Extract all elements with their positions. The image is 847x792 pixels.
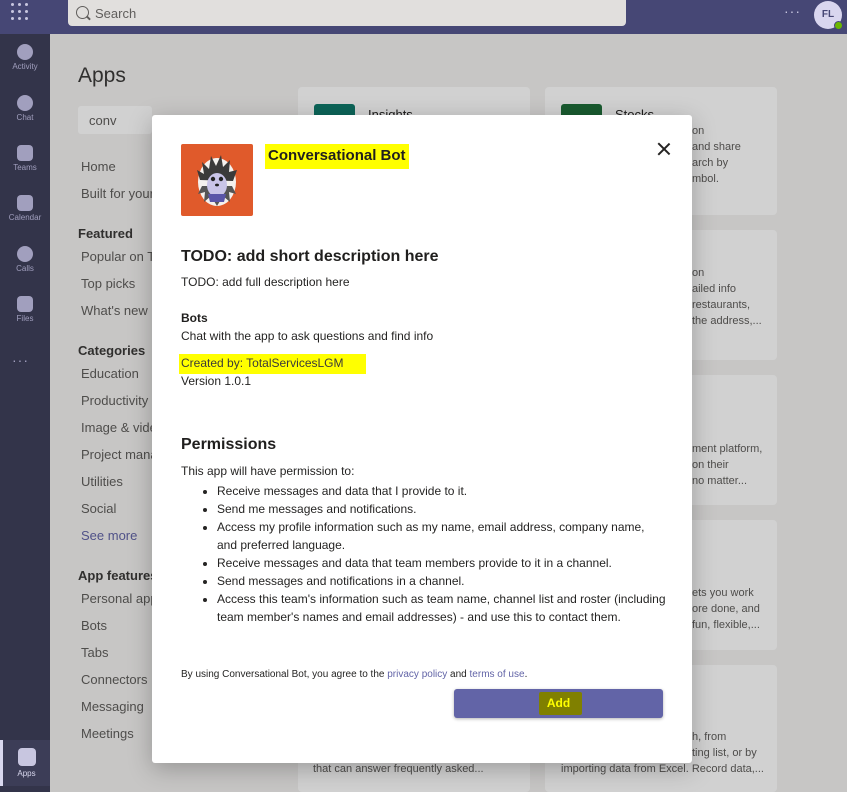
rail-label: Chat xyxy=(16,113,34,122)
app-version: Version 1.0.1 xyxy=(181,374,252,388)
rail-files[interactable]: Files xyxy=(0,296,50,323)
permissions-heading: Permissions xyxy=(181,436,277,453)
search-icon xyxy=(76,6,89,19)
app-details-dialog: Conversational Bot TODO: add short descr… xyxy=(152,115,692,763)
rail-apps[interactable]: Apps xyxy=(0,740,50,786)
short-description: TODO: add short description here xyxy=(181,248,439,265)
calendar-icon xyxy=(17,195,33,211)
permission-item: Receive messages and data that team memb… xyxy=(217,554,667,572)
hedgehog-bot-icon xyxy=(197,155,237,206)
rail-label: Files xyxy=(16,314,34,323)
permission-item: Send messages and notifications in a cha… xyxy=(217,572,667,590)
agreement-text: and xyxy=(447,669,470,680)
add-button[interactable]: Add xyxy=(454,689,663,718)
rail-label: Apps xyxy=(17,769,36,778)
created-by: Created by: TotalServicesLGM xyxy=(179,354,366,374)
apps-icon xyxy=(17,748,36,766)
permission-item: Access this team's information such as t… xyxy=(217,590,667,626)
rail-label: Activity xyxy=(12,62,38,71)
top-bar: Search ··· FL xyxy=(0,0,847,34)
terms-agreement: By using Conversational Bot, you agree t… xyxy=(181,669,527,680)
search-input[interactable]: Search xyxy=(95,6,136,21)
add-button-label: Add xyxy=(546,696,571,710)
permissions-intro: This app will have permission to: xyxy=(181,464,355,478)
more-apps-icon[interactable]: ··· xyxy=(12,352,29,368)
permissions-list: Receive messages and data that I provide… xyxy=(217,482,667,626)
permission-item: Send me messages and notifications. xyxy=(217,500,667,518)
teams-icon xyxy=(17,145,33,161)
presence-available-icon xyxy=(834,21,843,30)
bell-icon xyxy=(17,44,33,60)
privacy-policy-link[interactable]: privacy policy xyxy=(387,669,447,680)
app-rail: Activity Chat Teams Calendar Calls Files… xyxy=(0,34,50,792)
phone-icon xyxy=(17,246,33,262)
app-logo xyxy=(181,144,253,216)
agreement-text: . xyxy=(524,669,528,680)
rail-label: Calendar xyxy=(8,213,42,222)
app-launcher-icon[interactable] xyxy=(11,3,29,21)
rail-label: Calls xyxy=(16,264,34,273)
permission-item: Receive messages and data that I provide… xyxy=(217,482,667,500)
rail-activity[interactable]: Activity xyxy=(0,44,50,71)
app-title: Conversational Bot xyxy=(265,144,409,169)
rail-teams[interactable]: Teams xyxy=(0,145,50,172)
more-options-icon[interactable]: ··· xyxy=(784,3,801,19)
rail-chat[interactable]: Chat xyxy=(0,95,50,122)
rail-label: Teams xyxy=(13,163,37,172)
chat-icon xyxy=(17,95,33,111)
search-box[interactable]: Search xyxy=(68,0,626,26)
full-description: TODO: add full description here xyxy=(181,275,350,289)
bots-description: Chat with the app to ask questions and f… xyxy=(181,329,434,343)
avatar[interactable]: FL xyxy=(814,1,843,30)
file-icon xyxy=(17,296,33,312)
rail-calendar[interactable]: Calendar xyxy=(0,195,50,222)
agreement-text: By using Conversational Bot, you agree t… xyxy=(181,669,388,680)
rail-calls[interactable]: Calls xyxy=(0,246,50,273)
avatar-initials: FL xyxy=(821,9,835,20)
terms-of-use-link[interactable]: terms of use xyxy=(470,669,525,680)
permission-item: Access my profile information such as my… xyxy=(217,518,667,554)
bots-heading: Bots xyxy=(181,311,208,325)
close-icon[interactable] xyxy=(656,141,672,157)
